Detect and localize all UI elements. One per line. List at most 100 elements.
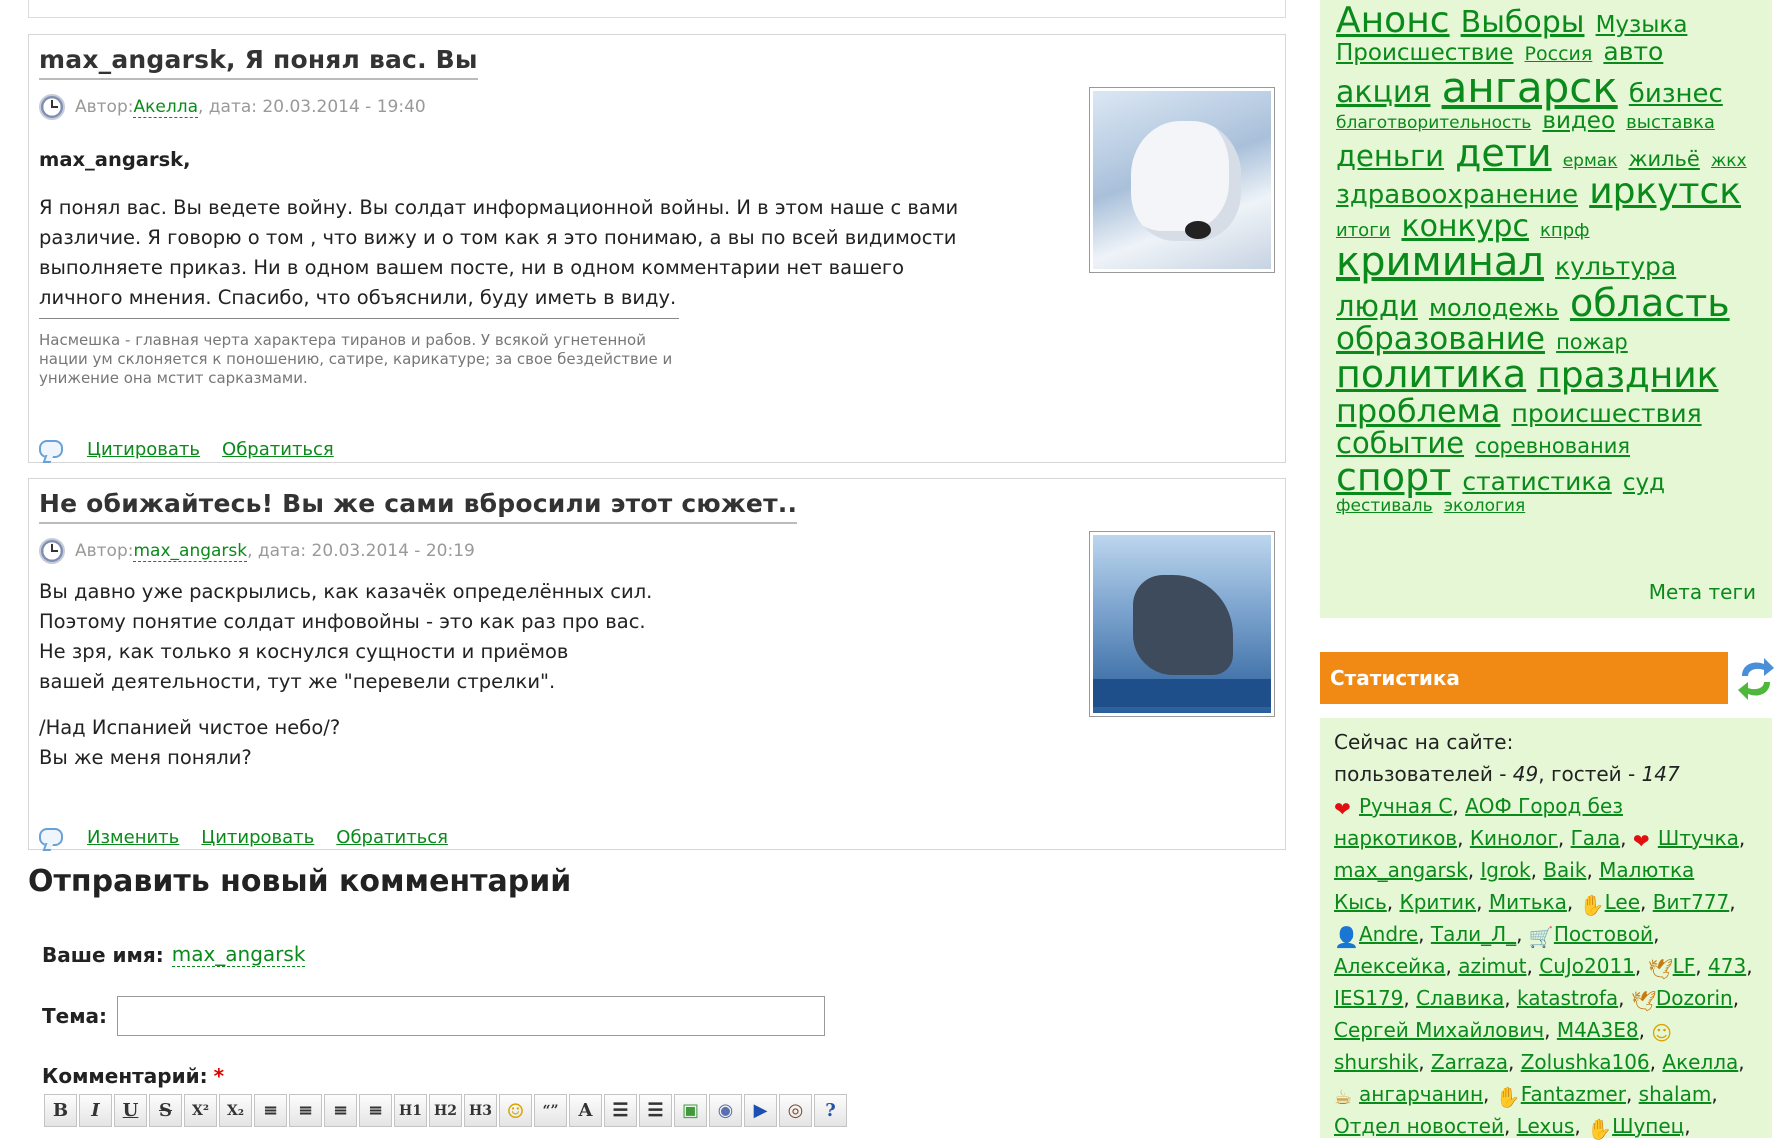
heading3-button[interactable]: H3	[464, 1094, 497, 1127]
topic-input[interactable]	[117, 996, 826, 1036]
tag-link[interactable]: суд	[1623, 470, 1665, 496]
align-center-button[interactable]: ≡	[289, 1094, 322, 1127]
online-user-link[interactable]: azimut	[1458, 954, 1526, 978]
author-link[interactable]: max_angarsk	[133, 541, 248, 562]
online-user-link[interactable]: Тали_Л_	[1431, 922, 1516, 946]
comment-title[interactable]: max_angarsk, Я понял вас. Вы	[39, 45, 478, 80]
online-user-link[interactable]: Алексейка	[1334, 954, 1445, 978]
tag-link[interactable]: выставка	[1626, 112, 1715, 133]
superscript-button[interactable]: X²	[184, 1094, 217, 1127]
online-user-link[interactable]: Шупец	[1612, 1114, 1684, 1138]
online-user-link[interactable]: Andre	[1359, 922, 1418, 946]
quote-link[interactable]: Цитировать	[87, 439, 200, 460]
online-user-link[interactable]: max_angarsk	[1334, 858, 1468, 882]
online-user-link[interactable]: CuJo2011	[1539, 954, 1635, 978]
tag-link[interactable]: Музыка	[1596, 12, 1688, 38]
help-button[interactable]: ?	[814, 1094, 847, 1127]
justify-button[interactable]: ≡	[359, 1094, 392, 1127]
online-user-link[interactable]: Zarraza	[1431, 1050, 1508, 1074]
heading1-button[interactable]: H1	[394, 1094, 427, 1127]
online-user-link[interactable]: Митька	[1489, 890, 1567, 914]
smiley-button[interactable]: ☺	[499, 1094, 532, 1127]
comment-title[interactable]: Не обижайтесь! Вы же сами вбросили этот …	[39, 489, 798, 524]
tag-link[interactable]: криминал	[1336, 239, 1544, 285]
meta-tags-link[interactable]: Мета теги	[1649, 580, 1756, 604]
tag-link[interactable]: молодежь	[1429, 294, 1559, 322]
online-user-link[interactable]: Кинолог	[1470, 826, 1558, 850]
online-user-link[interactable]: Критик	[1400, 890, 1477, 914]
tag-link[interactable]: Россия	[1525, 43, 1593, 65]
subscript-button[interactable]: X₂	[219, 1094, 252, 1127]
refresh-icon[interactable]	[1736, 654, 1776, 702]
username-link[interactable]: max_angarsk	[171, 942, 306, 967]
online-user-link[interactable]: IES179	[1334, 986, 1403, 1010]
tag-link[interactable]: Выборы	[1461, 5, 1585, 40]
preview-button[interactable]: ◎	[779, 1094, 812, 1127]
online-user-link[interactable]: Ручная С	[1359, 794, 1452, 818]
tag-link[interactable]: жильё	[1629, 147, 1700, 171]
tag-link[interactable]: видео	[1542, 108, 1615, 134]
edit-link[interactable]: Изменить	[87, 827, 179, 848]
tag-link[interactable]: деньги	[1336, 139, 1444, 173]
bold-button[interactable]: B	[44, 1094, 77, 1127]
tag-link[interactable]: область	[1570, 281, 1730, 325]
link-button[interactable]: ◉	[709, 1094, 742, 1127]
quote-button[interactable]: “”	[534, 1094, 567, 1127]
online-user-link[interactable]: katastrofa	[1517, 986, 1618, 1010]
tag-link[interactable]: здравоохранение	[1336, 180, 1578, 210]
online-user-link[interactable]: Zolushka106	[1521, 1050, 1650, 1074]
online-user-link[interactable]: 473	[1708, 954, 1746, 978]
tag-link[interactable]: политика	[1336, 352, 1526, 396]
quote-link[interactable]: Цитировать	[201, 827, 314, 848]
online-user-link[interactable]: Igrok	[1480, 858, 1530, 882]
italic-button[interactable]: I	[79, 1094, 112, 1127]
online-user-link[interactable]: Сергей Михайлович	[1334, 1018, 1544, 1042]
tag-link[interactable]: авто	[1603, 37, 1663, 66]
online-user-link[interactable]: Акелла	[1662, 1050, 1738, 1074]
tag-link[interactable]: экология	[1444, 496, 1525, 516]
strikethrough-button[interactable]: S	[149, 1094, 182, 1127]
media-button[interactable]: ▶	[744, 1094, 777, 1127]
online-user-link[interactable]: Отдел новостей	[1334, 1114, 1504, 1138]
online-user-link[interactable]: Гала	[1571, 826, 1621, 850]
tag-link[interactable]: дети	[1455, 131, 1551, 175]
online-user-link[interactable]: ангарчанин	[1359, 1082, 1483, 1106]
tag-link[interactable]: статистика	[1462, 467, 1611, 496]
online-user-link[interactable]: Вит777	[1653, 890, 1730, 914]
tag-link[interactable]: происшествия	[1512, 399, 1702, 428]
tag-link[interactable]: спорт	[1336, 455, 1451, 499]
tag-link[interactable]: пожар	[1556, 330, 1628, 354]
tag-link[interactable]: бизнес	[1629, 79, 1723, 109]
align-left-button[interactable]: ≡	[254, 1094, 287, 1127]
reply-link[interactable]: Обратиться	[336, 827, 448, 848]
tag-link[interactable]: кпрф	[1540, 220, 1589, 241]
online-user-link[interactable]: Dozorin	[1656, 986, 1733, 1010]
online-user-link[interactable]: Постовой	[1554, 922, 1653, 946]
tag-link[interactable]: иркутск	[1589, 171, 1741, 212]
online-user-link[interactable]: Штучка	[1658, 826, 1739, 850]
online-user-link[interactable]: Baik	[1543, 858, 1586, 882]
bulleted-list-button[interactable]: ☰	[639, 1094, 672, 1127]
image-button[interactable]: ▣	[674, 1094, 707, 1127]
online-user-link[interactable]: M4A3E8	[1557, 1018, 1639, 1042]
tag-link[interactable]: ермак	[1563, 151, 1618, 171]
tag-link[interactable]: фестиваль	[1336, 496, 1433, 516]
online-user-link[interactable]: Lexus	[1517, 1114, 1575, 1138]
tag-link[interactable]: жкх	[1711, 151, 1747, 171]
tag-link[interactable]: акция	[1336, 75, 1430, 110]
underline-button[interactable]: U	[114, 1094, 147, 1127]
tag-link[interactable]: соревнования	[1475, 434, 1630, 458]
tag-link[interactable]: праздник	[1537, 355, 1718, 396]
tag-link[interactable]: проблема	[1336, 392, 1500, 430]
author-link[interactable]: Акелла	[133, 97, 198, 118]
tag-link[interactable]: культура	[1555, 252, 1676, 281]
reply-link[interactable]: Обратиться	[222, 439, 334, 460]
tag-link[interactable]: итоги	[1336, 220, 1390, 241]
numbered-list-button[interactable]: ☰	[604, 1094, 637, 1127]
online-user-link[interactable]: shurshik	[1334, 1050, 1418, 1074]
online-user-link[interactable]: Lee	[1605, 890, 1640, 914]
tag-link[interactable]: Анонс	[1336, 0, 1450, 41]
online-user-link[interactable]: Fantazmer	[1521, 1082, 1626, 1106]
align-right-button[interactable]: ≡	[324, 1094, 357, 1127]
heading2-button[interactable]: H2	[429, 1094, 462, 1127]
